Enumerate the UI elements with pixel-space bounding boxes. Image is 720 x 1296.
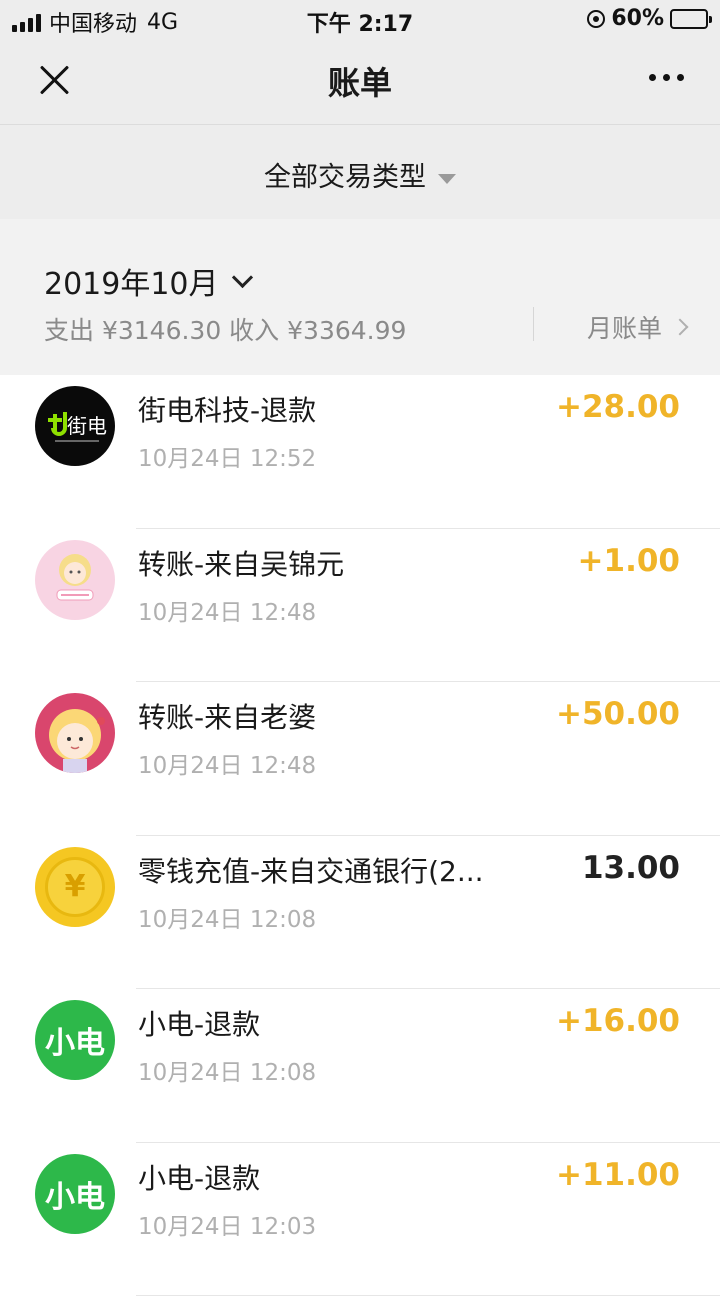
transaction-title: 街电科技-退款 <box>138 389 316 429</box>
transaction-title: 小电-退款 <box>138 1003 260 1043</box>
chevron-down-icon <box>231 266 252 287</box>
month-totals: 支出 ¥3146.30 收入 ¥3364.99 <box>44 311 406 347</box>
list-item[interactable]: 转账-来自吴锦元 10月24日 12:48 +1.00 <box>0 529 720 683</box>
list-item[interactable]: 小电 小电-退款 10月24日 12:03 +11.00 <box>0 1143 720 1296</box>
xiaodian-logo-icon: 小电 <box>35 1154 115 1234</box>
cartoon-girl-avatar-icon <box>35 693 115 773</box>
month-title: 2019年10月 <box>44 259 219 303</box>
transaction-time: 10月24日 12:08 <box>138 900 316 934</box>
page-title: 账单 <box>0 58 720 104</box>
filter-bar: 全部交易类型 <box>0 125 720 219</box>
xiaodian-logo-icon: 小电 <box>35 1000 115 1080</box>
month-summary: 2019年10月 支出 ¥3146.30 收入 ¥3364.99 月账单 <box>0 219 720 375</box>
pink-girl-avatar-icon <box>35 540 115 620</box>
month-selector[interactable]: 2019年10月 <box>44 259 250 303</box>
transaction-time: 10月24日 12:52 <box>138 439 316 473</box>
more-icon[interactable] <box>649 74 684 81</box>
month-bill-link[interactable]: 月账单 <box>587 309 686 345</box>
transaction-amount: +11.00 <box>556 1157 680 1193</box>
transaction-time: 10月24日 12:48 <box>138 593 316 627</box>
transaction-amount: +16.00 <box>556 1003 680 1039</box>
jiedian-logo-icon: 街电 <box>35 386 115 466</box>
coin-symbol: ¥ <box>45 857 105 917</box>
list-item[interactable]: 转账-来自老婆 10月24日 12:48 +50.00 <box>0 682 720 836</box>
rotation-lock-icon <box>587 10 605 28</box>
yuan-coin-icon: ¥ <box>35 847 115 927</box>
transaction-title: 转账-来自老婆 <box>138 696 316 736</box>
battery-icon <box>670 9 708 29</box>
transaction-title: 转账-来自吴锦元 <box>138 543 344 583</box>
list-item[interactable]: 小电 小电-退款 10月24日 12:08 +16.00 <box>0 989 720 1143</box>
transaction-time: 10月24日 12:48 <box>138 746 316 780</box>
status-bar: 中国移动 4G 下午 2:17 60% <box>0 0 720 38</box>
caret-down-icon <box>438 174 456 184</box>
chevron-right-icon <box>672 319 689 336</box>
divider <box>533 307 534 341</box>
transaction-amount: +50.00 <box>556 696 680 732</box>
transaction-time: 10月24日 12:08 <box>138 1053 316 1087</box>
transaction-amount: 13.00 <box>582 850 680 886</box>
transaction-type-filter[interactable]: 全部交易类型 <box>0 155 720 194</box>
transaction-list: 街电 街电科技-退款 10月24日 12:52 +28.00 转账-来自吴锦元 … <box>0 375 720 1296</box>
transaction-title: 小电-退款 <box>138 1157 260 1197</box>
list-item[interactable]: ¥ 零钱充值-来自交通银行(2... 10月24日 12:08 13.00 <box>0 836 720 990</box>
list-item[interactable]: 街电 街电科技-退款 10月24日 12:52 +28.00 <box>0 375 720 529</box>
transaction-title: 零钱充值-来自交通银行(2... <box>138 850 484 890</box>
status-right: 60% <box>587 6 708 31</box>
filter-label: 全部交易类型 <box>264 162 426 193</box>
transaction-amount: +28.00 <box>556 389 680 425</box>
battery-percent: 60% <box>611 6 664 31</box>
transaction-time: 10月24日 12:03 <box>138 1207 316 1241</box>
month-bill-label: 月账单 <box>587 309 662 345</box>
nav-bar: 账单 <box>0 38 720 125</box>
transaction-amount: +1.00 <box>578 543 680 579</box>
avatar-text: 街电 <box>67 414 107 438</box>
